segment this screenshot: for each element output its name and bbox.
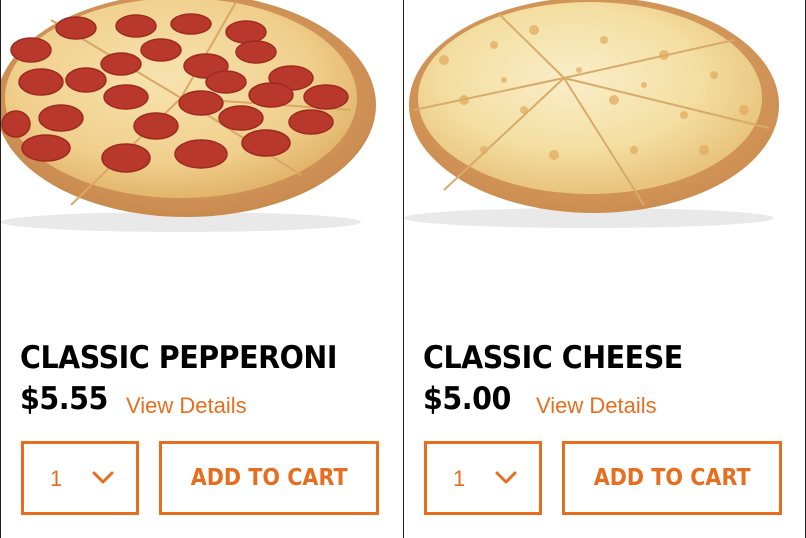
add-to-cart-button[interactable]: ADD TO CART [159, 441, 379, 515]
product-card-cheese: CLASSIC CHEESE $5.00 View Details 1 ADD … [404, 0, 806, 538]
view-details-link[interactable]: View Details [126, 393, 247, 419]
pepperoni-pizza-image[interactable] [1, 0, 403, 240]
add-to-cart-label: ADD TO CART [593, 465, 751, 491]
quantity-select[interactable]: 1 [21, 441, 139, 515]
chevron-down-icon [92, 471, 114, 490]
cheese-pizza-image[interactable] [404, 0, 805, 240]
product-grid: CLASSIC PEPPERONI $5.55 View Details 1 A… [0, 0, 806, 538]
chevron-down-icon [495, 471, 517, 490]
add-to-cart-label: ADD TO CART [190, 465, 348, 491]
quantity-value: 1 [50, 466, 63, 491]
view-details-link[interactable]: View Details [536, 393, 657, 419]
quantity-select[interactable]: 1 [424, 441, 542, 515]
add-to-cart-button[interactable]: ADD TO CART [562, 441, 782, 515]
product-card-pepperoni: CLASSIC PEPPERONI $5.55 View Details 1 A… [0, 0, 404, 538]
product-price: $5.00 [423, 381, 511, 417]
product-title: CLASSIC PEPPERONI [20, 340, 337, 376]
product-price: $5.55 [20, 381, 108, 417]
product-title: CLASSIC CHEESE [423, 340, 683, 376]
quantity-value: 1 [453, 466, 466, 491]
